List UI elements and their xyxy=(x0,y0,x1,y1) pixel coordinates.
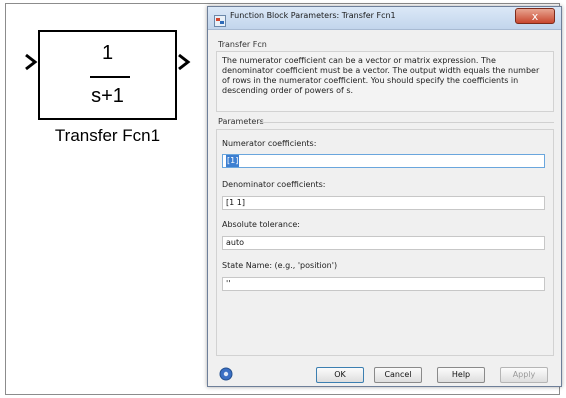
close-icon: x xyxy=(531,10,539,23)
numerator-value: [1] xyxy=(226,155,240,167)
denominator-input[interactable]: [1 1] xyxy=(222,196,545,210)
absolute-tolerance-label: Absolute tolerance: xyxy=(222,220,300,229)
section-title: Transfer Fcn xyxy=(218,40,267,49)
transfer-fcn-block[interactable]: 1 s+1 xyxy=(38,30,177,120)
absolute-tolerance-input[interactable]: auto xyxy=(222,236,545,250)
state-name-input[interactable]: '' xyxy=(222,277,545,291)
help-button[interactable]: Help xyxy=(437,367,485,383)
parameters-divider xyxy=(258,122,554,123)
block-denominator: s+1 xyxy=(91,85,124,107)
numerator-input[interactable]: [1] xyxy=(222,154,545,168)
dialog-title: Function Block Parameters: Transfer Fcn1 xyxy=(230,11,396,20)
apply-button[interactable]: Apply xyxy=(500,367,548,383)
help-icon[interactable] xyxy=(219,366,233,381)
fraction-line xyxy=(90,76,130,78)
denominator-label: Denominator coefficients: xyxy=(222,180,326,189)
block-name-label[interactable]: Transfer Fcn1 xyxy=(38,126,177,146)
block-description: The numerator coefficient can be a vecto… xyxy=(222,56,540,95)
numerator-label: Numerator coefficients: xyxy=(222,139,317,148)
block-numerator: 1 xyxy=(101,42,114,64)
simulink-icon xyxy=(214,12,226,27)
ok-button[interactable]: OK xyxy=(316,367,364,383)
state-name-label: State Name: (e.g., 'position') xyxy=(222,261,338,270)
dialog-titlebar[interactable]: Function Block Parameters: Transfer Fcn1… xyxy=(208,7,561,30)
close-button[interactable]: x xyxy=(515,8,555,24)
cancel-button[interactable]: Cancel xyxy=(374,367,422,383)
parameters-label: Parameters xyxy=(218,117,264,126)
